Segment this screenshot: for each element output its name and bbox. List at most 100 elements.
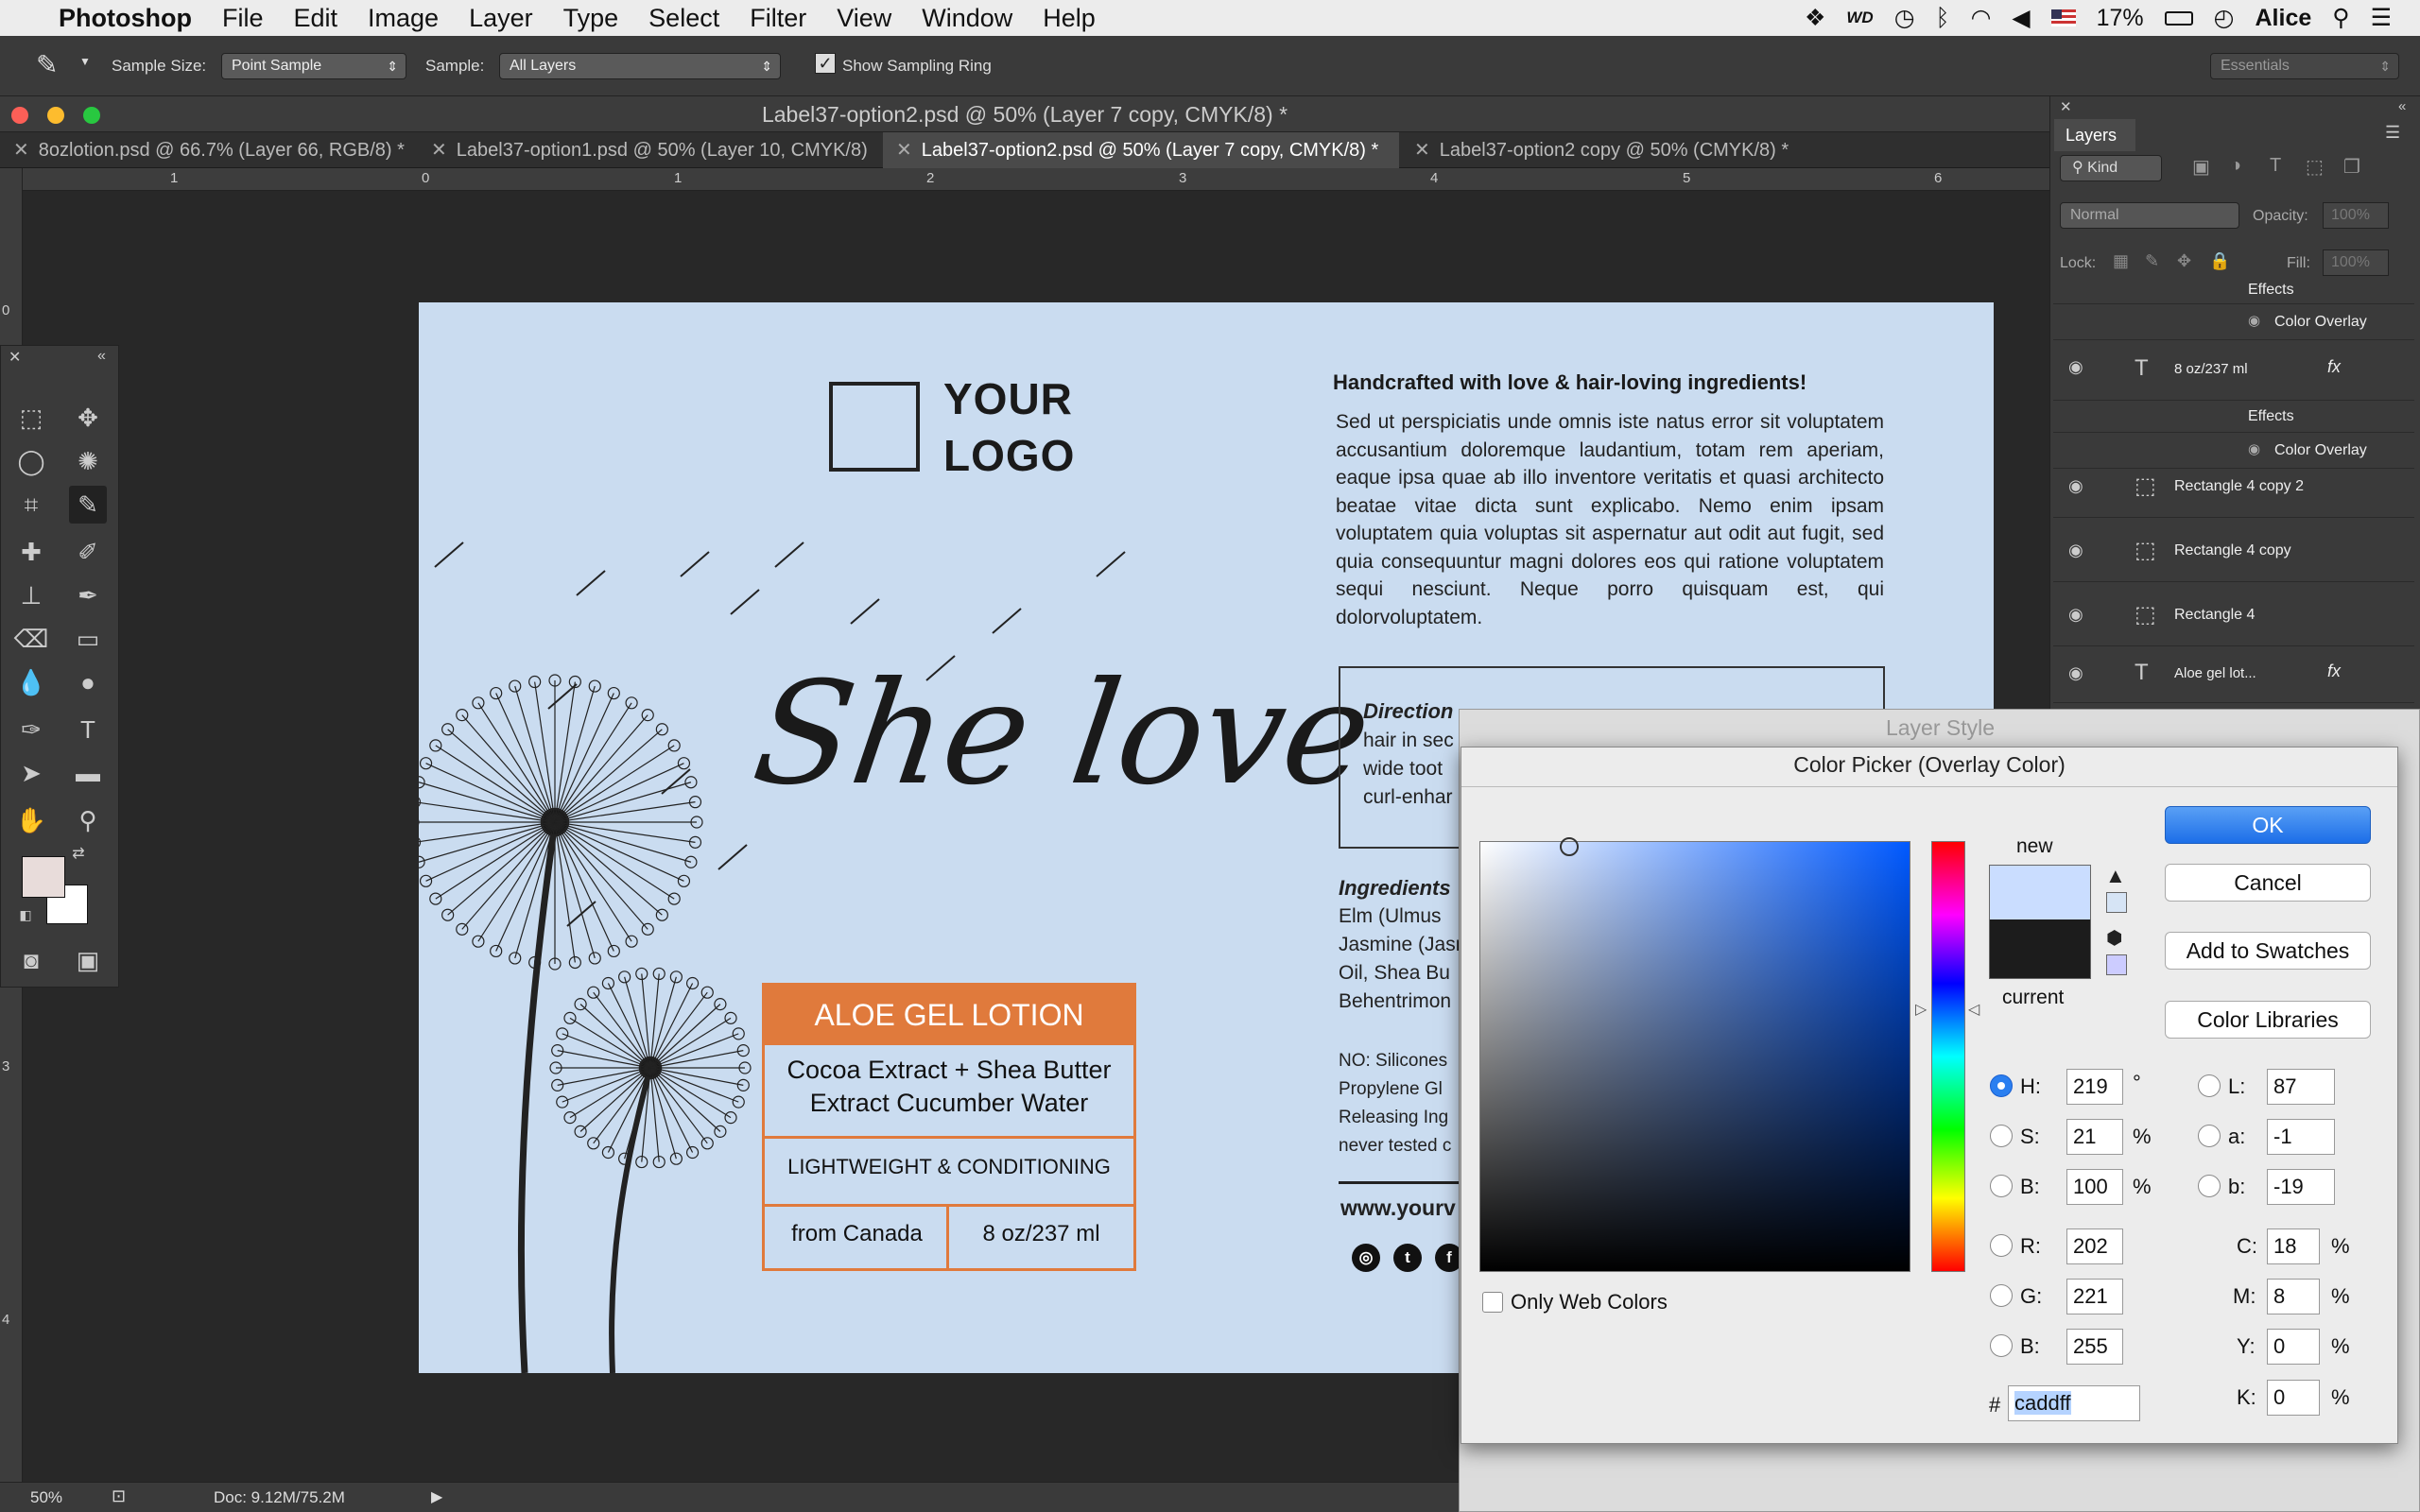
b-channel-radio[interactable] [2198, 1175, 2221, 1197]
layer-name[interactable]: Rectangle 4 [2174, 607, 2255, 624]
hue-input[interactable]: 219 [2066, 1069, 2123, 1105]
tool-preset-chevron-icon[interactable]: ▼ [79, 55, 91, 68]
filter-type-icon[interactable]: T [2270, 155, 2281, 177]
eyedropper-icon[interactable]: ✎ [36, 49, 58, 80]
minimize-window-button[interactable] [47, 107, 64, 124]
history-brush-tool-icon[interactable]: ✒ [69, 576, 107, 614]
quick-mask-icon[interactable]: ◙ [12, 941, 50, 979]
default-colors-icon[interactable]: ◧ [14, 903, 37, 926]
close-tab-icon[interactable]: ✕ [13, 140, 29, 161]
hue-radio[interactable] [1990, 1074, 2013, 1097]
layer-row-rectangle-4-copy[interactable]: ◉ ⬚ Rectangle 4 copy [2053, 518, 2414, 582]
menu-type[interactable]: Type [563, 4, 619, 33]
hand-tool-icon[interactable]: ✋ [12, 801, 50, 839]
bluetooth-icon[interactable]: ᛒ [1936, 5, 1950, 32]
brightness-input[interactable]: 100 [2066, 1169, 2123, 1205]
spotlight-search-icon[interactable]: ⚲ [2332, 4, 2349, 32]
tab-label37-option2[interactable]: ✕ Label37-option2.psd @ 50% (Layer 7 copy… [883, 132, 1399, 168]
swap-colors-icon[interactable]: ⇄ [67, 843, 90, 866]
color-field[interactable] [1479, 841, 1910, 1272]
panel-menu-icon[interactable]: ☰ [2385, 123, 2400, 143]
layer-name[interactable]: Aloe gel lot... [2174, 665, 2256, 681]
web-safe-warning-icon[interactable]: ⬢ [2106, 926, 2122, 950]
brush-tool-icon[interactable]: ✐ [69, 533, 107, 571]
lock-pixels-icon[interactable]: ▦ [2113, 251, 2129, 271]
lock-position-icon[interactable]: ✥ [2177, 251, 2191, 271]
menu-view[interactable]: View [837, 4, 891, 33]
status-share-icon[interactable]: ⊡ [112, 1486, 126, 1506]
hue-slider-right-handle-icon[interactable]: ◁ [1968, 1000, 1979, 1019]
color-field-cursor[interactable] [1560, 837, 1579, 856]
layer-filter-select[interactable]: ⚲ Kind [2060, 155, 2162, 181]
fx-icon[interactable]: fx [2327, 357, 2341, 377]
visibility-eye-icon[interactable]: ◉ [2068, 663, 2083, 683]
tab-label37-option2-copy[interactable]: ✕ Label37-option2 copy @ 50% (CMYK/8) * [1401, 132, 1817, 168]
close-tab-icon[interactable]: ✕ [431, 140, 447, 161]
visibility-eye-icon[interactable]: ◉ [2068, 605, 2083, 625]
fx-icon[interactable]: fx [2327, 662, 2341, 681]
collapse-panel-icon[interactable]: « [2398, 98, 2406, 114]
time-machine-icon[interactable]: ◷ [1894, 4, 1915, 32]
pen-tool-icon[interactable]: ✑ [12, 711, 50, 748]
hue-slider[interactable] [1931, 841, 1965, 1272]
eye-icon[interactable]: ◉ [2248, 312, 2260, 329]
flag-icon[interactable] [2050, 9, 2076, 26]
layer-row-aloe-gel[interactable]: ◉ T Aloe gel lot... fx [2053, 646, 2414, 703]
saturation-input[interactable]: 21 [2066, 1119, 2123, 1155]
lasso-tool-icon[interactable]: ◯ [12, 442, 50, 480]
layer-name[interactable]: Rectangle 4 copy [2174, 542, 2291, 559]
fill-input[interactable]: 100% [2323, 249, 2389, 276]
lightness-radio[interactable] [2198, 1074, 2221, 1097]
menu-file[interactable]: File [222, 4, 264, 33]
green-radio[interactable] [1990, 1284, 2013, 1307]
ok-button[interactable]: OK [2165, 806, 2371, 844]
layers-tab[interactable]: Layers [2054, 119, 2135, 151]
layer-row-rectangle-4[interactable]: ◉ ⬚ Rectangle 4 [2053, 582, 2414, 646]
clock-icon[interactable]: ◴ [2214, 4, 2235, 32]
eraser-tool-icon[interactable]: ⌫ [12, 620, 50, 658]
volume-icon[interactable]: ◀ [2012, 4, 2030, 32]
zoom-window-button[interactable] [83, 107, 100, 124]
close-tab-icon[interactable]: ✕ [1414, 140, 1430, 161]
red-input[interactable]: 202 [2066, 1228, 2123, 1264]
blue-input[interactable]: 255 [2066, 1329, 2123, 1365]
dropbox-icon[interactable]: ❖ [1805, 4, 1825, 32]
gamut-swatch-icon[interactable] [2106, 892, 2127, 913]
red-radio[interactable] [1990, 1234, 2013, 1257]
wifi-icon[interactable]: ◠ [1971, 4, 1992, 32]
close-window-button[interactable] [11, 107, 28, 124]
type-tool-icon[interactable]: T [69, 711, 107, 748]
show-ring-checkbox[interactable]: ✓ [815, 53, 836, 74]
eyedropper-tool-icon[interactable]: ✎ [69, 486, 107, 524]
tab-8ozlotion[interactable]: ✕ 8ozlotion.psd @ 66.7% (Layer 66, RGB/8)… [0, 132, 416, 168]
status-menu-arrow-icon[interactable]: ▶ [431, 1487, 442, 1506]
menu-app-name[interactable]: Photoshop [59, 4, 192, 33]
crop-tool-icon[interactable]: ⌗ [12, 486, 50, 524]
menu-window[interactable]: Window [922, 4, 1012, 33]
b-channel-input[interactable]: -19 [2267, 1169, 2335, 1205]
menu-help[interactable]: Help [1043, 4, 1096, 33]
add-to-swatches-button[interactable]: Add to Swatches [2165, 932, 2371, 970]
lightness-input[interactable]: 87 [2267, 1069, 2335, 1105]
gradient-tool-icon[interactable]: ▭ [69, 620, 107, 658]
layer-name[interactable]: Rectangle 4 copy 2 [2174, 478, 2304, 495]
ruler-top[interactable]: 1 0 1 2 3 4 5 6 [0, 168, 2049, 191]
menu-layer[interactable]: Layer [469, 4, 533, 33]
out-of-gamut-warning-icon[interactable]: ▲ [2105, 864, 2126, 888]
lock-paint-icon[interactable]: ✎ [2145, 251, 2159, 271]
healing-brush-tool-icon[interactable]: ✚ [12, 533, 50, 571]
rectangle-tool-icon[interactable]: ▬ [69, 754, 107, 792]
visibility-eye-icon[interactable]: ◉ [2068, 541, 2083, 560]
zoom-tool-icon[interactable]: ⚲ [69, 801, 107, 839]
close-tab-icon[interactable]: ✕ [896, 140, 912, 161]
magenta-input[interactable]: 8 [2267, 1279, 2320, 1314]
sample-size-select[interactable]: Point Sample [221, 53, 406, 79]
layer-name[interactable]: 8 oz/237 ml [2174, 361, 2248, 377]
saturation-radio[interactable] [1990, 1125, 2013, 1147]
filter-smart-object-icon[interactable]: ❐ [2343, 155, 2360, 179]
opacity-input[interactable]: 100% [2323, 202, 2389, 229]
menu-image[interactable]: Image [368, 4, 439, 33]
cyan-input[interactable]: 18 [2267, 1228, 2320, 1264]
blue-radio[interactable] [1990, 1334, 2013, 1357]
menu-filter[interactable]: Filter [750, 4, 806, 33]
